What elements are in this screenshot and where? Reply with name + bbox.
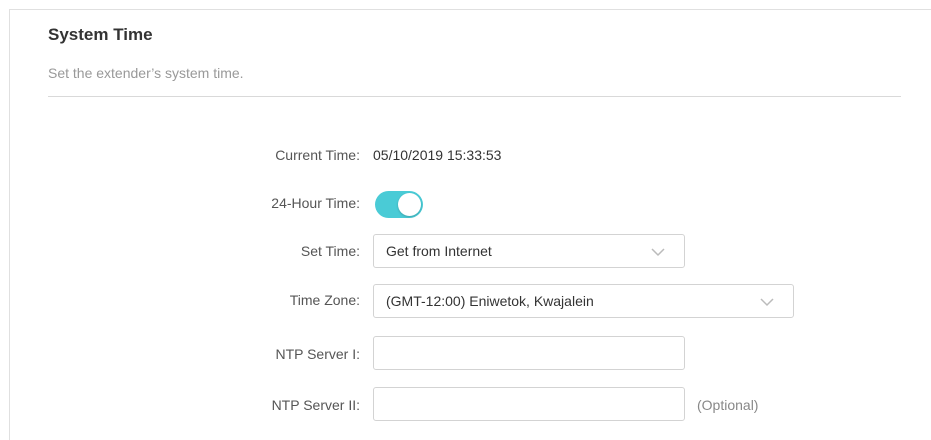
ntp1-label: NTP Server I: xyxy=(275,346,360,362)
ntp2-input[interactable] xyxy=(373,387,685,421)
toggle-knob xyxy=(398,193,421,216)
time-zone-select[interactable]: (GMT-12:00) Eniwetok, Kwajalein xyxy=(373,284,794,318)
section-divider xyxy=(48,96,901,97)
section-subtitle: Set the extender’s system time. xyxy=(48,65,244,81)
chevron-down-icon xyxy=(760,298,774,307)
current-time-value: 05/10/2019 15:33:53 xyxy=(373,147,502,163)
section-title: System Time xyxy=(48,25,153,44)
time-zone-selected: (GMT-12:00) Eniwetok, Kwajalein xyxy=(386,293,594,309)
set-time-selected: Get from Internet xyxy=(386,243,492,259)
hour24-label: 24-Hour Time: xyxy=(271,195,360,211)
time-zone-label: Time Zone: xyxy=(289,292,360,308)
set-time-select[interactable]: Get from Internet xyxy=(373,234,685,268)
ntp2-optional-hint: (Optional) xyxy=(697,397,759,413)
ntp2-label: NTP Server II: xyxy=(271,397,360,413)
hour24-toggle[interactable] xyxy=(375,191,423,218)
set-time-label: Set Time: xyxy=(300,243,360,259)
current-time-label: Current Time: xyxy=(275,147,360,163)
chevron-down-icon xyxy=(651,248,665,257)
ntp1-input[interactable] xyxy=(373,336,685,370)
